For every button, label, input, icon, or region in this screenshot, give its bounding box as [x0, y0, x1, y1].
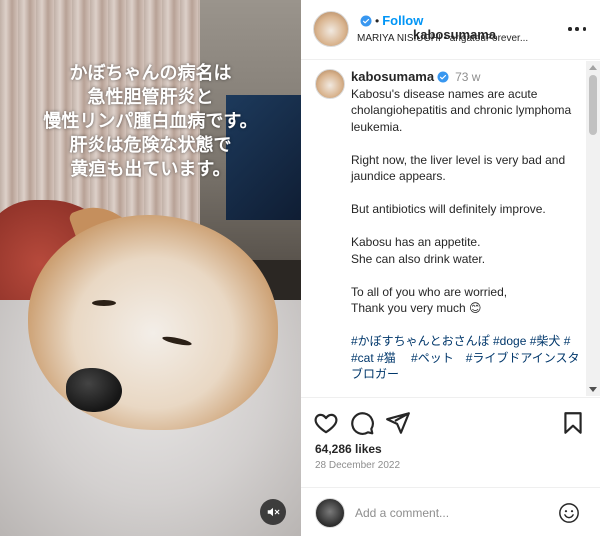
comment-input[interactable] [355, 502, 555, 524]
mute-button[interactable] [260, 499, 286, 525]
verified-badge-icon [437, 71, 449, 83]
audio-attribution[interactable]: MARIYA NISIUCHI • arigatouForever... [357, 33, 542, 44]
caption-text: Kabosu has an appetite. [351, 235, 481, 249]
comment-icon[interactable] [349, 410, 375, 436]
bookmark-icon[interactable] [560, 410, 586, 436]
caption-text: She can also drink water. [351, 251, 486, 266]
more-options-button[interactable] [568, 22, 586, 36]
caption-text: Thank you very much 😊 [351, 301, 482, 315]
speaker-muted-icon [267, 507, 280, 517]
post-date[interactable]: 28 December 2022 [315, 460, 400, 471]
separator-dot: • [375, 13, 380, 28]
more-dot-icon [582, 27, 586, 31]
post-actions: 64,286 likes 28 December 2022 [301, 397, 600, 493]
post-details-panel: kabosumama • Follow MARIYA NISIUCHI • ar… [301, 0, 600, 536]
overlay-line: 肝炎は危険な状態で [69, 135, 232, 156]
overlay-line: かぼちゃんの病名は [69, 63, 232, 84]
caption-text: But antibiotics will definitely improve. [351, 202, 546, 216]
follow-button[interactable]: Follow [382, 13, 423, 28]
hashtags[interactable]: #かぼすちゃんとおさんぽ #doge #柴犬 # #cat #猫 #ペット #ラ… [351, 333, 581, 383]
post-header: kabosumama • Follow MARIYA NISIUCHI • ar… [301, 0, 600, 60]
caption-text: To all of you who are worried, [351, 284, 508, 299]
likes-count[interactable]: 64,286 likes [315, 442, 382, 456]
caption-header: kabosumama 73 w [351, 69, 581, 86]
scroll-down-arrow-icon[interactable] [589, 387, 597, 392]
avatar[interactable] [313, 11, 349, 47]
caption: kabosumama 73 w Kabosu's disease names a… [351, 69, 581, 383]
header-user-line: kabosumama • Follow [357, 13, 496, 42]
caption-username[interactable]: kabosumama [351, 69, 434, 86]
current-user-avatar [315, 498, 345, 528]
heart-icon[interactable] [313, 410, 339, 436]
post-time[interactable]: 73 w [455, 69, 480, 86]
caption-text: Right now, the liver level is very bad a… [351, 152, 566, 184]
scrollbar-thumb[interactable] [589, 75, 597, 135]
overlay-line: 黄疸も出ています。 [70, 159, 231, 180]
caption-scrollbar[interactable] [586, 61, 600, 396]
caption-text: Kabosu's disease names are acute cholang… [351, 86, 572, 134]
post-media[interactable]: かぼちゃんの病名は 急性胆管肝炎と 慢性リンパ腫白血病です。 肝炎は危険な状態で… [0, 0, 301, 536]
caption-scroll-area[interactable]: kabosumama 73 w Kabosu's disease names a… [301, 61, 600, 396]
share-icon[interactable] [385, 410, 411, 436]
video-overlay-text: かぼちゃんの病名は 急性胆管肝炎と 慢性リンパ腫白血病です。 肝炎は危険な状態で… [0, 62, 301, 182]
avatar[interactable] [315, 69, 345, 99]
overlay-line: 急性胆管肝炎と [87, 87, 214, 108]
dog-eye-left [92, 300, 116, 306]
dog-nose [66, 368, 122, 412]
emoji-icon[interactable] [558, 502, 580, 524]
scroll-up-arrow-icon[interactable] [589, 65, 597, 70]
comment-bar [301, 487, 600, 536]
verified-badge-icon [360, 15, 372, 26]
more-dot-icon [568, 27, 572, 31]
overlay-line: 慢性リンパ腫白血病です。 [43, 111, 258, 132]
more-dot-icon [575, 27, 579, 31]
dog-image [28, 215, 278, 430]
